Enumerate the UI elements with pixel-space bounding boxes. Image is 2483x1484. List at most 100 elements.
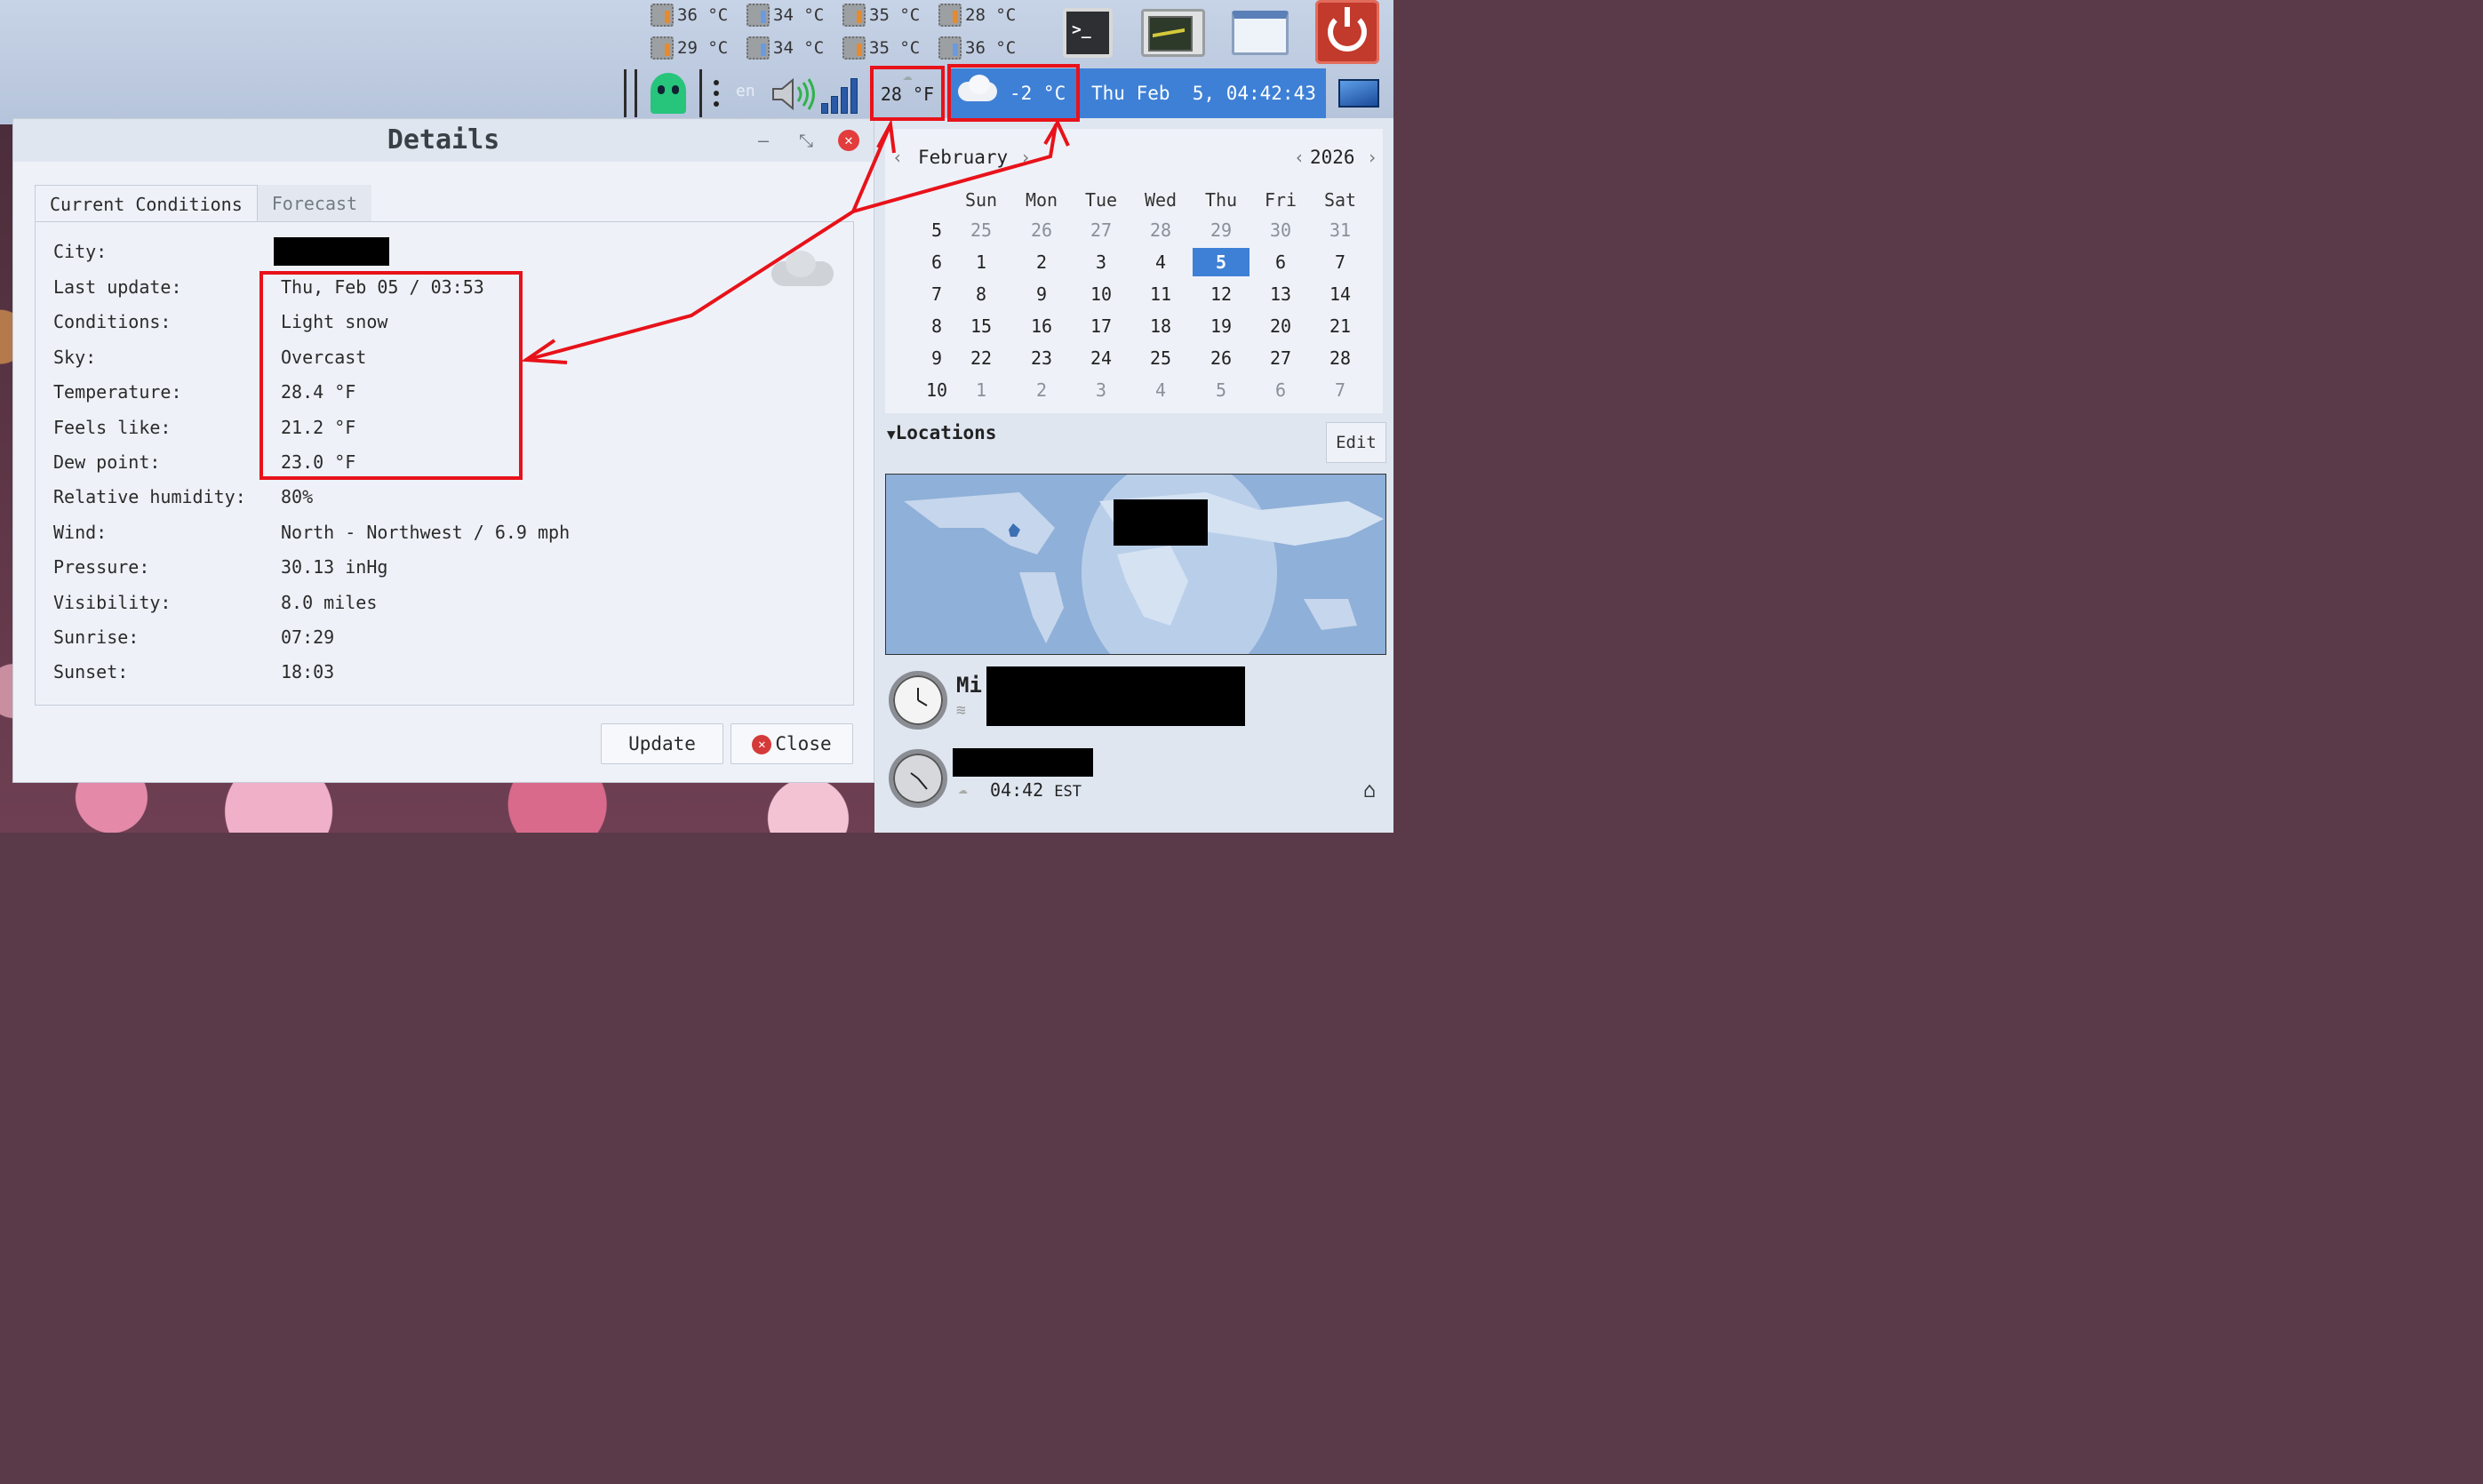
calendar-day[interactable]: 13 [1252,280,1309,308]
calendar-day[interactable]: 4 [1132,248,1189,276]
clock-datetime[interactable]: Thu Feb 5, 04:42:43 [1091,83,1316,104]
calendar-day[interactable]: 3 [1073,376,1130,404]
calendar-day-today[interactable]: 5 [1193,248,1249,276]
calendar-day[interactable]: 15 [953,312,1010,340]
weather-temperature[interactable]: -2 °C [1010,83,1086,104]
field-value: Light snow [281,311,388,332]
calendar-day[interactable]: 2 [1013,248,1070,276]
calendar-day[interactable]: 8 [953,280,1010,308]
minimize-icon[interactable]: – [753,130,774,151]
calendar-day[interactable]: 17 [1073,312,1130,340]
close-icon[interactable]: ✕ [838,130,859,151]
calendar-day[interactable]: 7 [1312,376,1369,404]
calendar-day[interactable]: 16 [1013,312,1070,340]
cpu-sensor[interactable]: 34 °C [746,35,842,61]
menu-dots-icon[interactable] [714,80,719,107]
calendar-day[interactable]: 21 [1312,312,1369,340]
calendar-day[interactable]: 18 [1132,312,1189,340]
calendar-day[interactable]: 19 [1193,312,1249,340]
close-icon: ✕ [752,735,772,754]
panel-separator [699,69,702,117]
calendar-day[interactable]: 4 [1132,376,1189,404]
calendar-day[interactable]: 2 [1013,376,1070,404]
cpu-sensor[interactable]: 35 °C [842,35,938,61]
calendar-day[interactable]: 30 [1252,216,1309,244]
calendar-day[interactable]: 10 [1073,280,1130,308]
chip-icon [938,36,962,60]
tray-weather-fahrenheit[interactable]: ☁ 28 °F [874,68,941,119]
show-desktop-button[interactable] [1329,68,1388,118]
close-button[interactable]: ✕ Close [731,723,853,764]
temperature-sensors: 36 °C 34 °C 35 °C 28 °C 29 °C 34 °C 35 °… [651,2,1042,68]
home-icon[interactable]: ⌂ [1363,778,1376,802]
calendar-day[interactable]: 27 [1073,216,1130,244]
panel-separator [635,69,637,117]
system-monitor-launcher[interactable] [1130,0,1216,66]
field-label: Sky: [53,347,97,368]
keyboard-layout[interactable]: en [736,82,755,100]
cpu-sensor[interactable]: 36 °C [938,35,1034,61]
calendar-day[interactable]: 6 [1252,248,1309,276]
calendar-day[interactable]: 24 [1073,344,1130,372]
week-number: 9 [930,347,943,369]
calendar-day[interactable]: 25 [953,216,1010,244]
field-value: 30.13 inHg [281,556,388,578]
next-year-icon[interactable]: › [1367,147,1377,168]
snow-cloud-icon [953,73,1006,114]
locations-header[interactable]: ▼Locations [887,422,996,443]
field-value: 07:29 [281,626,335,648]
calendar-day[interactable]: 26 [1013,216,1070,244]
calendar-day[interactable]: 5 [1193,376,1249,404]
clock-hands [910,772,928,790]
calendar-day[interactable]: 12 [1193,280,1249,308]
field-value: 80% [281,486,314,507]
cpu-sensor[interactable]: 35 °C [842,2,938,28]
calendar-day[interactable]: 1 [953,248,1010,276]
calendar-day[interactable]: 25 [1132,344,1189,372]
window-switcher-launcher[interactable] [1218,0,1303,66]
world-map[interactable] [885,474,1386,655]
prev-year-icon[interactable]: ‹ [1294,147,1305,168]
chip-icon [842,36,866,60]
network-signal-icon[interactable] [821,75,862,114]
cpu-sensor[interactable]: 34 °C [746,2,842,28]
cpu-sensor[interactable]: 29 °C [651,35,746,61]
weekday-label: Wed [1144,189,1178,211]
calendar-day[interactable]: 22 [953,344,1010,372]
calendar-day[interactable]: 7 [1312,248,1369,276]
next-month-icon[interactable]: › [1020,147,1031,168]
field-label: Pressure: [53,556,150,578]
calendar-day[interactable]: 3 [1073,248,1130,276]
calendar-day[interactable]: 20 [1252,312,1309,340]
terminal-launcher[interactable]: >_ [1045,0,1130,66]
calendar-day[interactable]: 27 [1252,344,1309,372]
power-button[interactable] [1315,0,1379,64]
tab-forecast[interactable]: Forecast [257,185,372,222]
calendar-day[interactable]: 26 [1193,344,1249,372]
cpu-sensor[interactable]: 28 °C [938,2,1034,28]
calendar-day[interactable]: 11 [1132,280,1189,308]
calendar-day[interactable]: 28 [1132,216,1189,244]
cpu-sensor[interactable]: 36 °C [651,2,746,28]
redacted-label [1114,499,1208,546]
calendar-day[interactable]: 6 [1252,376,1309,404]
tab-current-conditions[interactable]: Current Conditions [35,185,258,222]
window-titlebar[interactable]: Details – ⤡ ✕ [13,119,874,162]
calendar-day[interactable]: 9 [1013,280,1070,308]
calendar-day[interactable]: 23 [1013,344,1070,372]
calendar-day[interactable]: 1 [953,376,1010,404]
edit-locations-button[interactable]: Edit [1326,422,1386,463]
fog-icon: ☁ [958,779,968,798]
calendar-day[interactable]: 31 [1312,216,1369,244]
update-button[interactable]: Update [601,723,723,764]
weather-clock-applet[interactable]: -2 °C Thu Feb 5, 04:42:43 [949,68,1326,118]
week-number: 8 [930,315,943,337]
ghost-icon[interactable] [651,73,686,114]
volume-icon[interactable] [770,75,819,114]
prev-month-icon[interactable]: ‹ [892,147,903,168]
calendar-day[interactable]: 14 [1312,280,1369,308]
calendar-day[interactable]: 29 [1193,216,1249,244]
maximize-icon[interactable]: ⤡ [795,130,817,151]
calendar-day[interactable]: 28 [1312,344,1369,372]
field-value: Thu, Feb 05 / 03:53 [281,276,484,298]
